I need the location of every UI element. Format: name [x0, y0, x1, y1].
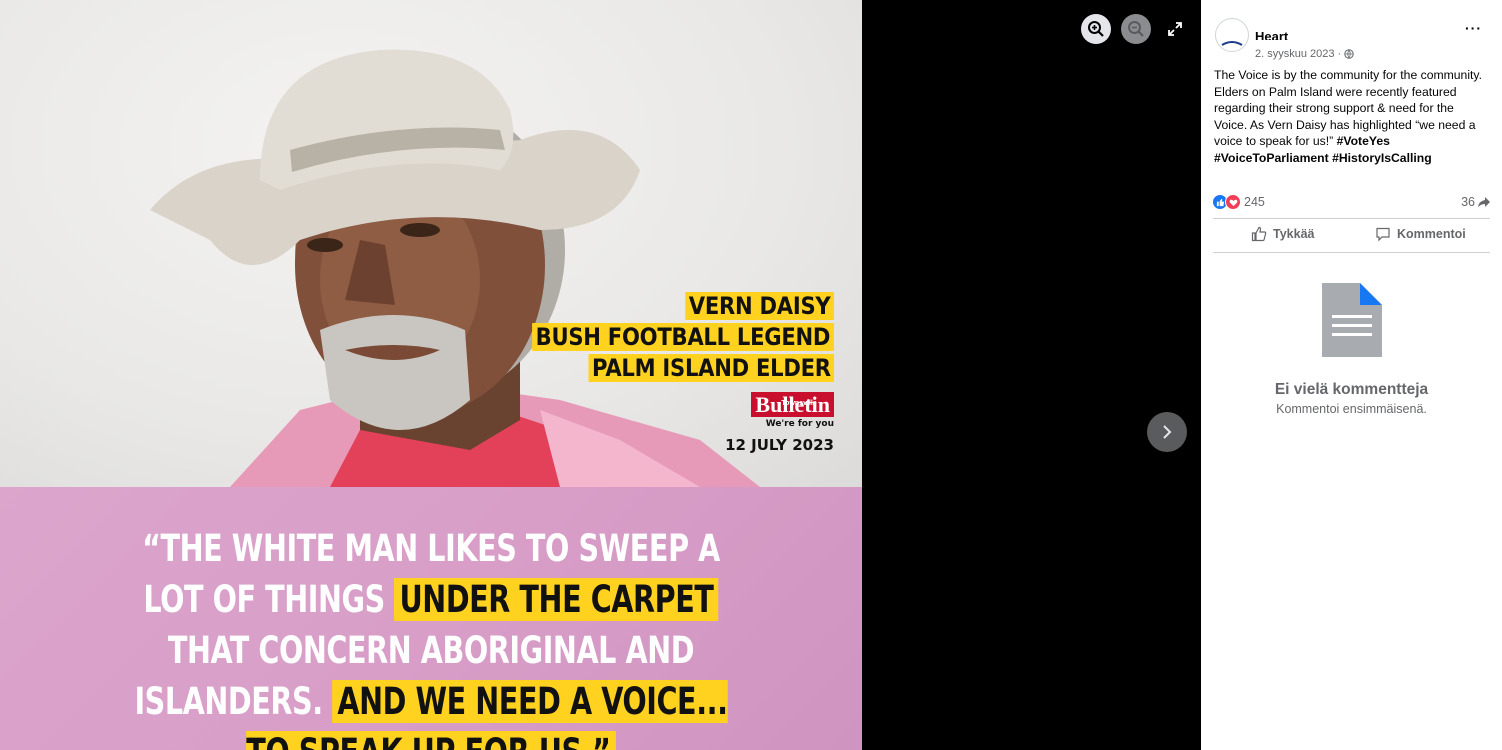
share-count-value: 36: [1461, 195, 1475, 209]
zoom-in-icon: [1088, 21, 1104, 37]
more-options-button[interactable]: ···: [1465, 20, 1482, 36]
comment-icon: [1376, 227, 1390, 242]
expand-button[interactable]: [1166, 20, 1184, 38]
love-reaction-icon: [1225, 194, 1241, 210]
reactions-row: 245 36: [1212, 193, 1490, 211]
comment-button[interactable]: Kommentoi: [1375, 226, 1466, 242]
page-avatar[interactable]: [1215, 18, 1249, 52]
quote-highlight-1: UNDER THE CARPET: [394, 578, 719, 621]
logo-small-text: Townsville: [781, 400, 817, 407]
expand-icon: [1168, 22, 1182, 36]
chevron-right-icon: [1163, 425, 1172, 439]
page-name[interactable]: Heart: [1255, 28, 1288, 40]
media-viewer: VERN DAISY BUSH FOOTBALL LEGEND PALM ISL…: [0, 0, 1200, 750]
logo-tagline: We're for you: [765, 419, 834, 429]
post-date-text: 2. syyskuu 2023 ·: [1255, 48, 1342, 60]
caption-line-title: BUSH FOOTBALL LEGEND: [532, 323, 834, 351]
newspaper-logo: Townsville Bulletin We're for you: [751, 391, 834, 429]
zoom-out-button[interactable]: [1121, 14, 1151, 44]
post-text: The Voice is by the community for the co…: [1214, 67, 1486, 167]
reaction-icons[interactable]: [1212, 194, 1241, 210]
zoom-out-icon: [1128, 21, 1144, 37]
post-timestamp[interactable]: 2. syyskuu 2023 ·: [1255, 48, 1354, 60]
globe-icon: [1344, 49, 1354, 59]
caption-line-role: PALM ISLAND ELDER: [588, 354, 834, 382]
poster-caption: VERN DAISY BUSH FOOTBALL LEGEND PALM ISL…: [491, 292, 834, 454]
document-icon: [1322, 283, 1382, 357]
post-side-panel: Heart 2. syyskuu 2023 · ··· The Voice is…: [1201, 0, 1502, 750]
quote-panel: “THE WHITE MAN LIKES TO SWEEP A LOT OF T…: [0, 487, 862, 750]
share-icon: [1478, 197, 1490, 207]
caption-line-name: VERN DAISY: [685, 292, 834, 320]
post-image: VERN DAISY BUSH FOOTBALL LEGEND PALM ISL…: [0, 0, 862, 750]
zoom-in-button[interactable]: [1081, 14, 1111, 44]
like-button[interactable]: Tykkää: [1251, 226, 1314, 242]
divider-top: [1213, 218, 1490, 219]
next-image-button[interactable]: [1147, 412, 1187, 452]
no-comments-title: Ei vielä kommentteja: [1274, 381, 1429, 398]
like-label: Tykkää: [1273, 227, 1315, 241]
comment-label: Kommentoi: [1397, 227, 1466, 241]
reaction-count[interactable]: 245: [1244, 195, 1265, 209]
quote-text: “THE WHITE MAN LIKES TO SWEEP A LOT OF T…: [112, 523, 750, 750]
thumbs-up-icon: [1251, 226, 1267, 242]
divider-bottom: [1213, 252, 1490, 253]
no-comments-subtitle: Kommentoi ensimmäisenä.: [1276, 402, 1427, 416]
share-count[interactable]: 36: [1461, 195, 1490, 209]
avatar-logo: [1217, 20, 1247, 50]
poster-date: 12 JULY 2023: [725, 436, 834, 454]
